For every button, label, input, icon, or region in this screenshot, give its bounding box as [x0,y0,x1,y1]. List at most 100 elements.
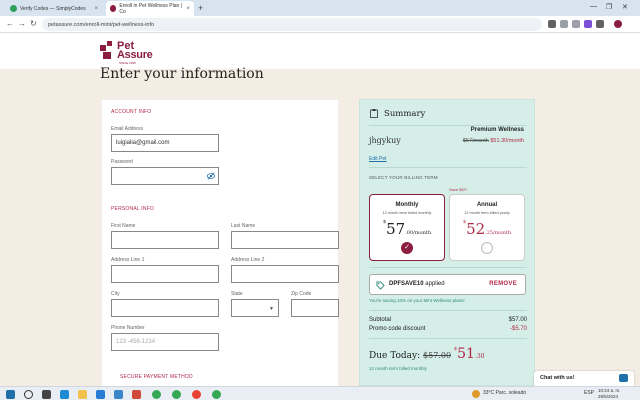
divider [369,267,527,268]
address2-field[interactable] [231,265,339,283]
annual-title: Annual [476,202,498,208]
due-amount: 51 [457,346,475,362]
extensions-puzzle-icon[interactable] [596,20,604,28]
due-cents: .30 [474,353,485,360]
simplycodes-favicon-icon [10,5,17,12]
extension-a-icon[interactable] [584,20,592,28]
order-summary: Summary Premium Wellness jhgykuy $57/mon… [359,99,535,386]
close-tab-icon[interactable]: × [186,6,190,12]
mail-icon[interactable] [96,390,105,399]
logo-text-assure: Assure [117,49,153,61]
account-info-heading: ACCOUNT INFO [111,109,152,115]
site-header: Pet Assure SINCE 1995 [0,33,640,69]
chevron-down-icon: ▼ [269,306,274,312]
summary-title: Summary [384,109,426,119]
back-icon[interactable]: ← [6,19,14,28]
edge-icon[interactable] [60,390,69,399]
monthly-title: Monthly [395,202,419,208]
state-label: State [231,291,243,297]
windows-start-icon[interactable] [6,390,15,399]
promo-code-box: DPFSAVE10 applied REMOVE [369,274,526,295]
chat-bubble-icon[interactable] [619,374,628,382]
chrome-icon[interactable] [192,390,201,399]
chrome-icon[interactable] [212,390,221,399]
show-password-eye-icon[interactable] [207,172,215,180]
monthly-subtitle: 12 month term billed monthly [382,211,432,215]
annual-price: $52.25/month [450,219,524,238]
address1-field[interactable] [111,265,219,283]
clock-time[interactable]: 10:24 a. m. [598,388,621,393]
app-icon[interactable] [132,390,141,399]
plan-name: Premium Wellness [470,127,524,133]
extension-icon[interactable] [572,20,580,28]
password-field[interactable] [111,167,219,185]
email-field[interactable]: luigialia@gmail.com [111,134,219,152]
close-tab-icon[interactable]: × [94,6,98,12]
due-label: Due Today: [369,351,421,361]
minimize-icon[interactable]: — [590,3,597,10]
save-tag: Save $57! [449,187,468,192]
chrome-icon[interactable] [152,390,161,399]
bookmark-star-icon[interactable] [560,20,568,28]
annual-plan-option[interactable]: Annual 12 month term billed yearly $52.2… [449,194,525,261]
email-label: Email Address [111,126,143,132]
annual-amount: 52 [466,220,486,238]
tab-title: Enroll in Pet Wellness Plan | Co [119,2,182,15]
phone-field[interactable]: 123 -456-1234 [111,333,219,351]
clock-date[interactable]: 28/5/2024 [598,394,618,399]
chrome-icon[interactable] [172,390,181,399]
monthly-plan-option[interactable]: Monthly 12 month term billed monthly $57… [369,194,445,261]
last-name-field[interactable] [231,231,339,249]
new-tab-button[interactable]: + [198,3,203,13]
zip-field[interactable] [291,299,339,317]
first-name-label: First Name [111,223,136,229]
monthly-cents: .00/month [405,230,432,236]
page-title: Enter your information [100,66,264,82]
url-input[interactable]: petassure.com/enroll-mint/pet-wellness-i… [42,18,542,31]
browser-tab-bar: Verify Codes — SimplyCodes × Enroll in P… [0,0,640,16]
chat-label: Chat with us! [540,375,575,381]
city-field[interactable] [111,299,219,317]
monthly-amount: 57 [386,220,406,238]
price-tag-icon [376,281,385,290]
discount-row: Promo code discount -$5.70 [369,326,527,332]
monthly-selected-check-icon[interactable]: ✓ [401,242,413,254]
plan-price: $57/month $51.30/month [463,138,524,144]
information-form: ACCOUNT INFO Email Address luigialia@gma… [101,99,339,386]
store-icon[interactable] [114,390,123,399]
translate-icon[interactable] [548,20,556,28]
password-label: Password [111,159,133,165]
annual-subtitle: 12 month term billed yearly [464,211,510,215]
tab-title: Verify Codes — SimplyCodes [20,5,86,12]
tab-enroll-pet-wellness[interactable]: Enroll in Pet Wellness Plan | Co × [106,1,194,16]
payment-method-heading: SECURE PAYMENT METHOD [120,374,193,380]
subtotal-value: $57.00 [508,317,527,323]
search-icon[interactable] [24,390,33,399]
annual-radio[interactable] [481,242,493,254]
edit-pet-link[interactable]: Edit Pet [369,156,387,162]
subtotal-label: Subtotal [369,317,392,323]
email-value: luigialia@gmail.com [116,140,170,146]
language-indicator[interactable]: ESP [584,390,594,396]
personal-info-heading: PERSONAL INFO [111,206,154,212]
close-window-icon[interactable]: ✕ [622,3,628,11]
chat-widget[interactable]: Chat with us! [534,371,634,386]
state-select[interactable]: ▼ [231,299,279,317]
billing-term-label: SELECT YOUR BILLING TERM [369,175,438,180]
remove-promo-button[interactable]: REMOVE [489,281,517,287]
weather-text[interactable]: 33°C Parc. soleado [483,390,526,396]
monthly-price: $57.00/month [370,219,444,238]
profile-avatar[interactable] [614,20,622,28]
task-view-icon[interactable] [42,390,51,399]
due-old-price: $57.00 [423,351,452,360]
divider [369,338,527,339]
reload-icon[interactable]: ↻ [30,19,37,28]
file-explorer-icon[interactable] [78,390,87,399]
pet-name: jhgykuy [369,136,401,145]
maximize-icon[interactable]: ❐ [606,3,612,11]
discounted-price: $51.30/month [490,138,524,144]
windows-taskbar: 33°C Parc. soleado ESP 10:24 a. m. 28/5/… [0,386,640,400]
tab-verify-codes[interactable]: Verify Codes — SimplyCodes × [6,1,102,16]
forward-icon[interactable]: → [18,19,26,28]
first-name-field[interactable] [111,231,219,249]
